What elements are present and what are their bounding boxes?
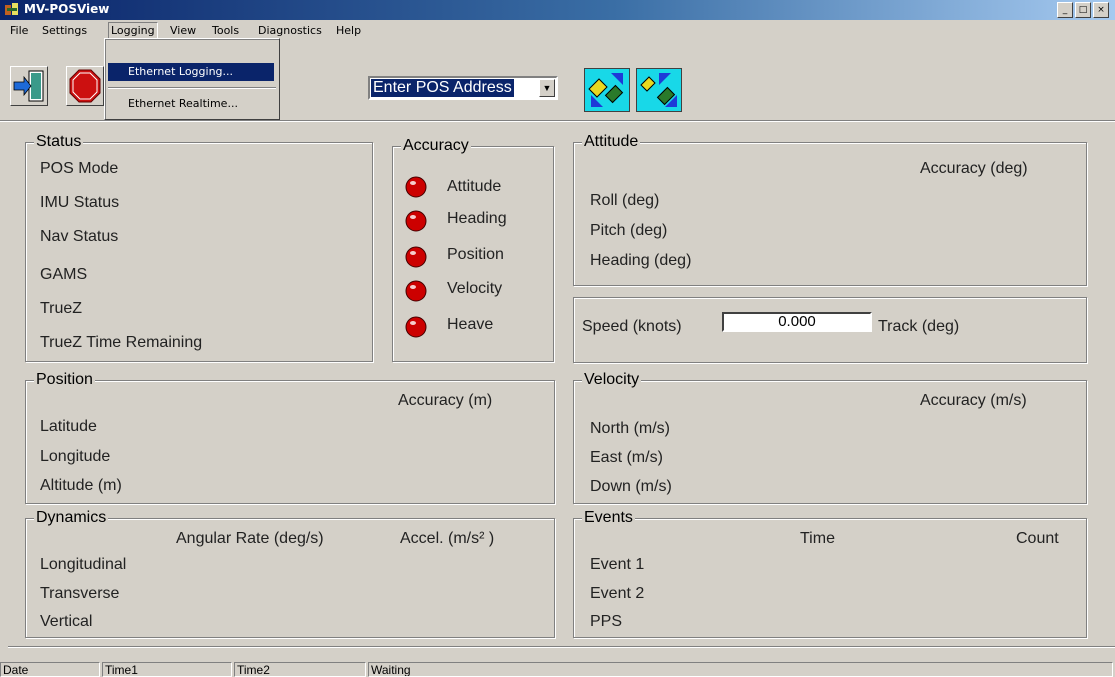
attitude-group: Attitude Accuracy (deg) Roll (deg) Pitch… (573, 133, 1087, 286)
speed-value-field: 0.000 (722, 312, 872, 332)
position-group: Position Accuracy (m) Latitude Longitude… (25, 371, 555, 504)
position-accuracy-header: Accuracy (m) (398, 392, 493, 409)
velocity-label: East (m/s) (590, 449, 663, 466)
plug-in-button[interactable] (584, 68, 630, 112)
events-count-header: Count (1016, 530, 1059, 547)
attitude-label: Roll (deg) (590, 192, 660, 209)
attitude-accuracy-header: Accuracy (deg) (920, 160, 1028, 177)
position-label: Longitude (40, 448, 111, 465)
menu-item-ethernet-logging[interactable]: Ethernet Logging... (108, 63, 274, 81)
status-date: Date (0, 662, 100, 677)
events-label: PPS (590, 613, 623, 630)
menu-separator (108, 87, 276, 89)
angular-rate-header: Angular Rate (deg/s) (176, 530, 324, 547)
position-label: Altitude (m) (40, 477, 122, 494)
menu-view[interactable]: View (168, 23, 198, 38)
attitude-label: Pitch (deg) (590, 222, 668, 239)
maximize-button[interactable]: □ (1075, 2, 1091, 18)
accuracy-group: Accuracy Attitude Heading Position Veloc… (392, 137, 554, 362)
logging-menu-dropdown: Ethernet Logging... Ethernet Realtime... (104, 38, 280, 120)
velocity-accuracy-header: Accuracy (m/s) (920, 392, 1027, 409)
dynamics-group: Dynamics Angular Rate (deg/s) Accel. (m/… (25, 509, 555, 638)
connect-button[interactable] (10, 66, 48, 106)
menu-logging[interactable]: Logging (108, 22, 158, 39)
status-time2: Time2 (234, 662, 366, 677)
status-title: Status (34, 133, 84, 151)
velocity-title: Velocity (582, 371, 642, 389)
heading-led-icon (405, 210, 427, 232)
app-icon (4, 2, 20, 18)
exit-icon (13, 70, 44, 102)
window-controls: _ □ × (1057, 2, 1109, 18)
speed-label: Speed (knots) (582, 318, 682, 335)
attitude-led-icon (405, 176, 427, 198)
stop-sign-icon (69, 69, 101, 103)
status-label: IMU Status (40, 194, 120, 211)
plug-disconnect-icon (640, 73, 677, 107)
accel-header: Accel. (m/s² ) (400, 530, 495, 547)
standby-button[interactable] (66, 66, 104, 106)
status-label: Nav Status (40, 228, 119, 245)
events-label: Event 1 (590, 556, 645, 573)
status-bar: Date Time1 Time2 Waiting (0, 660, 1115, 677)
accuracy-label: Heave (447, 316, 494, 333)
plug-out-button[interactable] (636, 68, 682, 112)
accuracy-label: Attitude (447, 178, 502, 195)
bottom-frame (8, 646, 1115, 648)
position-label: Latitude (40, 418, 97, 435)
menu-item-ethernet-realtime[interactable]: Ethernet Realtime... (108, 95, 274, 113)
status-label: TrueZ (40, 300, 83, 317)
dynamics-label: Vertical (40, 613, 93, 630)
minimize-button[interactable]: _ (1057, 2, 1073, 18)
pos-address-combo[interactable]: Enter POS Address ▼ (368, 76, 558, 100)
window-title: MV-POSView (24, 2, 110, 16)
toolbar-separator (0, 120, 1115, 122)
events-title: Events (582, 509, 635, 527)
position-title: Position (34, 371, 95, 389)
accuracy-label: Velocity (447, 280, 503, 297)
status-message: Waiting (368, 662, 1113, 677)
menu-file[interactable]: File (8, 23, 30, 38)
velocity-label: North (m/s) (590, 420, 670, 437)
status-group: Status POS Mode IMU Status Nav Status GA… (25, 133, 373, 362)
velocity-led-icon (405, 280, 427, 302)
status-label: TrueZ Time Remaining (40, 334, 203, 351)
velocity-group: Velocity Accuracy (m/s) North (m/s) East… (573, 371, 1087, 504)
status-time1: Time1 (102, 662, 232, 677)
menu-diagnostics[interactable]: Diagnostics (256, 23, 324, 38)
plug-connect-icon (588, 73, 624, 107)
dynamics-label: Longitudinal (40, 556, 127, 573)
accuracy-label: Heading (447, 210, 507, 227)
speed-track-group: Speed (knots) 0.000 Track (deg) (573, 297, 1087, 363)
attitude-label: Heading (deg) (590, 252, 692, 269)
pos-address-value: Enter POS Address (371, 79, 514, 97)
menu-help[interactable]: Help (334, 23, 363, 38)
menu-tools[interactable]: Tools (210, 23, 241, 38)
menu-settings[interactable]: Settings (40, 23, 89, 38)
close-button[interactable]: × (1093, 2, 1109, 18)
title-bar: MV-POSView _ □ × (0, 0, 1115, 20)
events-label: Event 2 (590, 585, 645, 602)
events-group: Events Time Count Event 1 Event 2 PPS (573, 509, 1087, 638)
status-label: POS Mode (40, 160, 119, 177)
track-label: Track (deg) (878, 318, 960, 335)
attitude-title: Attitude (582, 133, 641, 151)
dynamics-label: Transverse (40, 585, 120, 602)
accuracy-title: Accuracy (401, 137, 471, 155)
chevron-down-icon[interactable]: ▼ (539, 79, 555, 97)
velocity-label: Down (m/s) (590, 478, 672, 495)
status-label: GAMS (40, 266, 88, 283)
events-time-header: Time (800, 530, 835, 547)
dynamics-title: Dynamics (34, 509, 109, 527)
position-led-icon (405, 246, 427, 268)
heave-led-icon (405, 316, 427, 338)
accuracy-label: Position (447, 246, 504, 263)
